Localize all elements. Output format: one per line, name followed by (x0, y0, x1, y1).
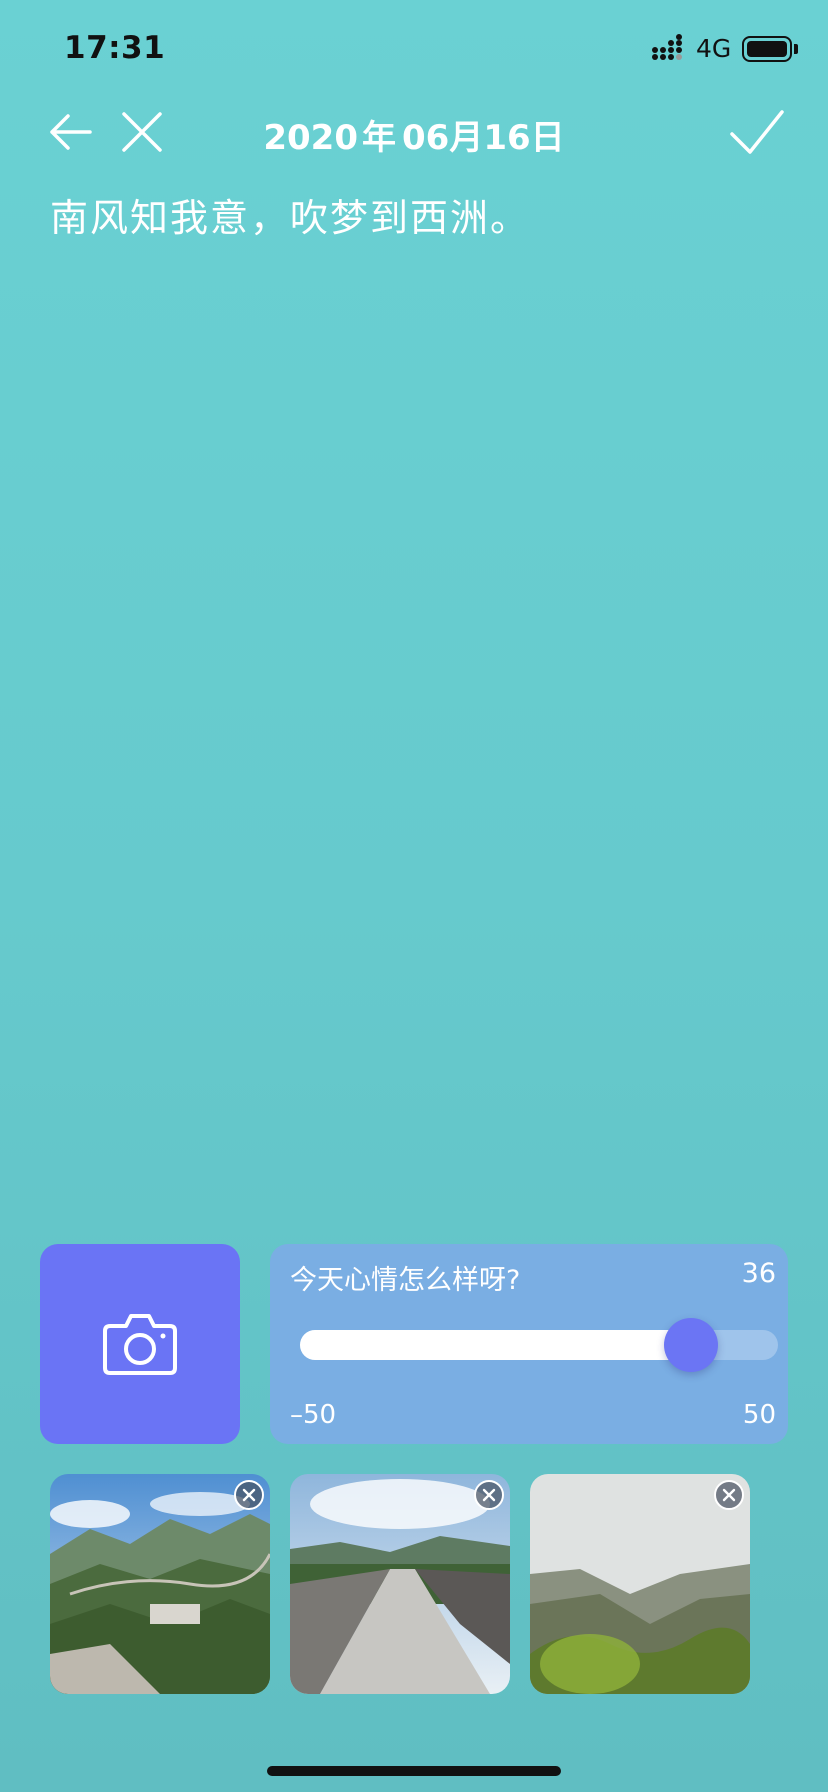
date-day: 16 (483, 118, 531, 158)
mood-question: 今天心情怎么样呀? (290, 1265, 521, 1296)
battery-full-icon (742, 36, 792, 62)
close-icon (242, 1488, 256, 1502)
mood-slider-thumb[interactable] (664, 1318, 719, 1372)
close-icon (722, 1488, 736, 1502)
page-title: 2020 年 06月16日 (0, 110, 828, 159)
network-type: 4G (696, 34, 732, 63)
mountain-wall-photo (50, 1474, 270, 1694)
date-day-unit: 日 (530, 118, 565, 158)
battery-tip (794, 44, 798, 54)
camera-button[interactable] (40, 1244, 240, 1444)
checkmark-icon[interactable] (728, 104, 786, 160)
date-month: 06 (401, 118, 450, 158)
diary-text-area[interactable]: 南风知我意，吹梦到西洲。 (50, 192, 790, 244)
mood-slider-fill (300, 1330, 692, 1360)
remove-photo-button[interactable] (474, 1480, 504, 1510)
misty-mountains-photo (530, 1474, 750, 1694)
mood-slider[interactable] (300, 1318, 778, 1372)
mood-card: 今天心情怎么样呀? 36 –50 50 (270, 1244, 788, 1444)
date-year-unit: 年 (361, 118, 396, 158)
camera-icon (103, 1314, 177, 1375)
remove-photo-button[interactable] (234, 1480, 264, 1510)
remove-photo-button[interactable] (714, 1480, 744, 1510)
photo-thumbnail[interactable] (50, 1474, 270, 1694)
close-icon (482, 1488, 496, 1502)
slider-min-label: –50 (290, 1400, 337, 1430)
status-bar: 17:31 4G (0, 0, 828, 100)
mood-value: 36 (741, 1258, 776, 1289)
photo-thumbnail[interactable] (290, 1474, 510, 1694)
home-indicator (267, 1766, 561, 1776)
date-month-unit: 月 (449, 118, 484, 158)
signal-bars-icon (652, 34, 682, 60)
date-year: 2020 (263, 118, 358, 158)
status-time: 17:31 (64, 30, 166, 66)
photo-thumbnail[interactable] (530, 1474, 750, 1694)
wall-walkway-photo (290, 1474, 510, 1694)
slider-max-label: 50 (742, 1400, 776, 1430)
